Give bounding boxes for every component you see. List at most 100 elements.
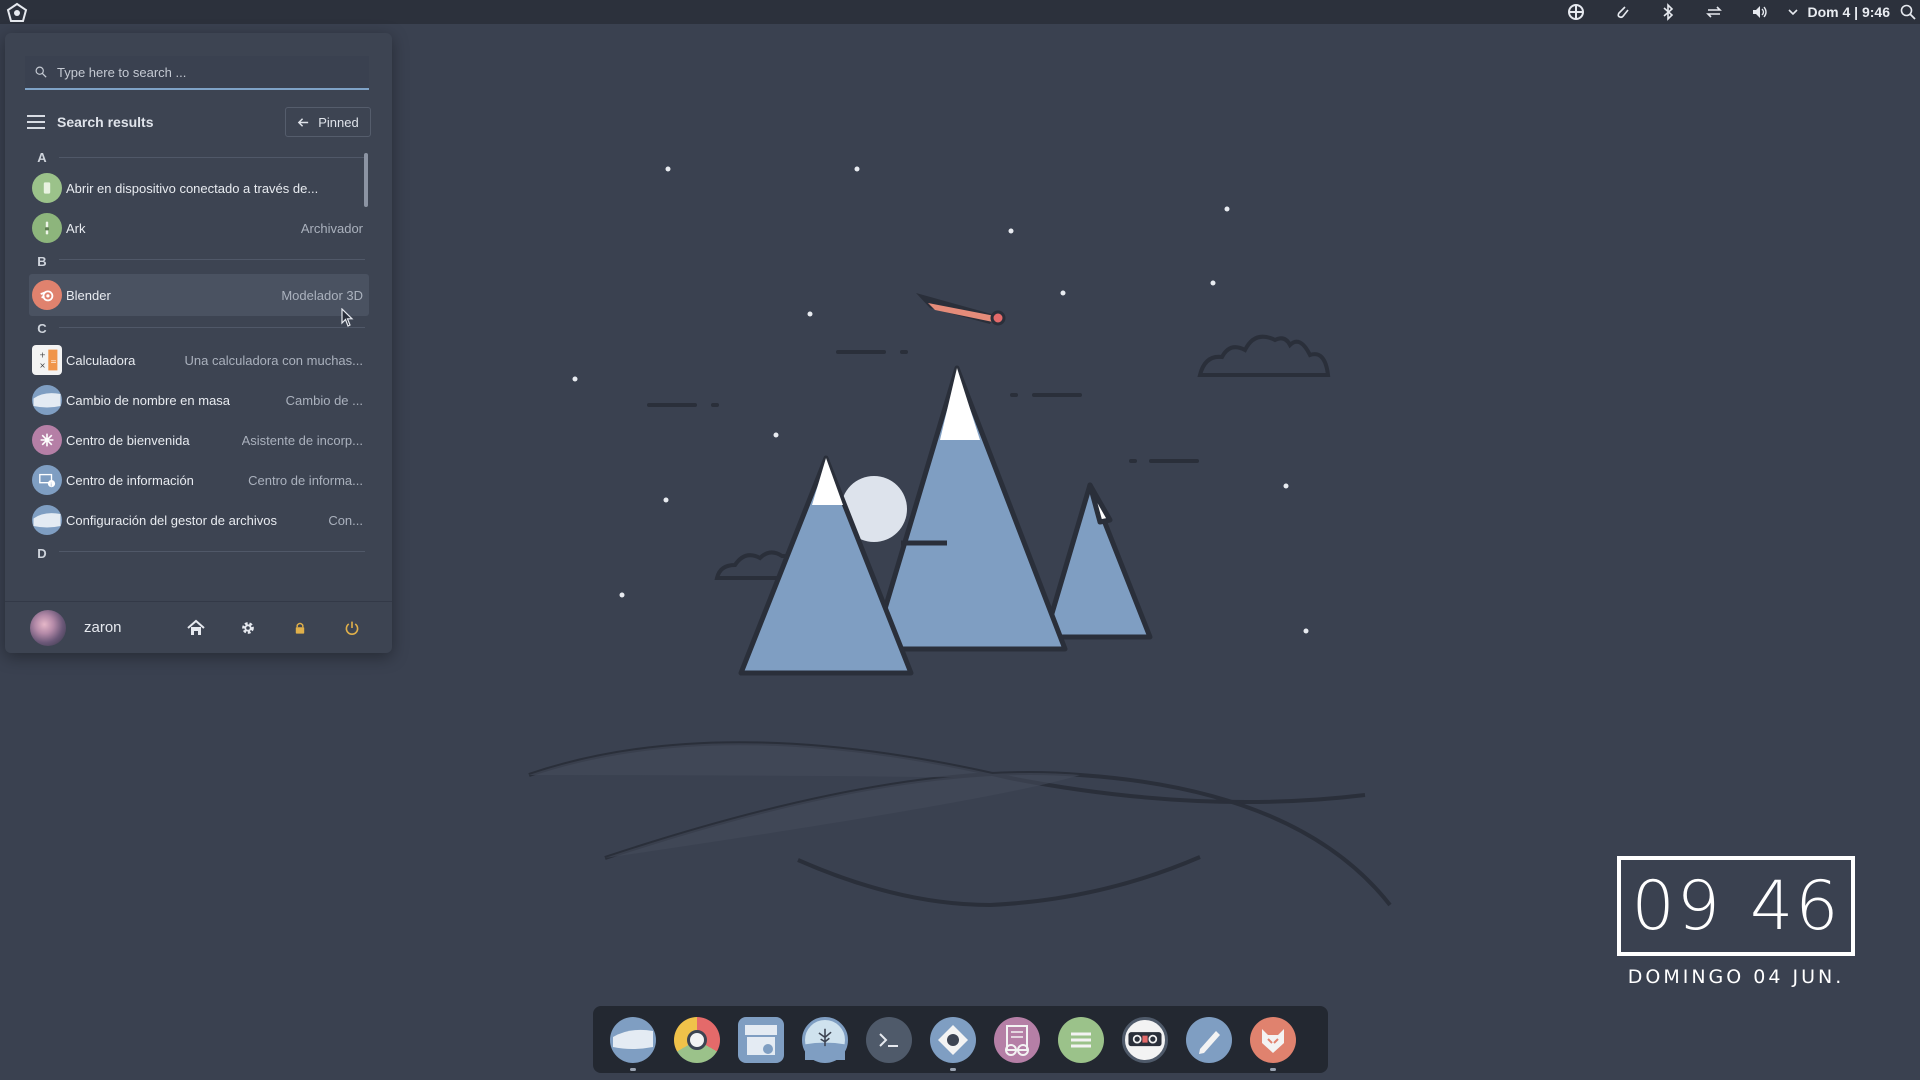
pinned-label: Pinned xyxy=(318,114,359,130)
obs-icon[interactable] xyxy=(1122,1016,1168,1063)
comet xyxy=(916,293,1006,326)
section-header: D xyxy=(29,540,369,566)
mountains xyxy=(738,365,1153,676)
welcome-icon xyxy=(32,425,62,455)
item-name: Blender xyxy=(66,287,111,303)
divider xyxy=(59,327,365,328)
search-icon xyxy=(25,66,57,78)
image-viewer-icon[interactable] xyxy=(802,1016,848,1063)
divider xyxy=(59,551,365,552)
software-center-icon[interactable] xyxy=(738,1016,784,1063)
avatar[interactable] xyxy=(30,609,66,646)
clock-hours: 09 xyxy=(1631,866,1722,946)
list-item[interactable]: Ark Archivador xyxy=(29,208,369,248)
panel-clock[interactable]: Dom 4 | 9:46 xyxy=(1803,4,1896,20)
svg-text:i: i xyxy=(50,482,52,488)
folder-icon xyxy=(32,385,62,415)
section-letter: C xyxy=(37,320,47,336)
results-header: Search results Pinned xyxy=(27,106,371,138)
clock-box: 09 46 xyxy=(1617,856,1855,956)
section-header: A xyxy=(29,146,369,168)
text-viewer-icon[interactable] xyxy=(994,1016,1040,1063)
ark-icon xyxy=(32,213,62,243)
item-name: Abrir en dispositivo conectado a través … xyxy=(66,180,319,196)
item-name: Ark xyxy=(66,220,86,236)
svg-text:+: + xyxy=(39,350,46,359)
divider xyxy=(59,157,365,158)
file-manager-icon[interactable] xyxy=(610,1016,656,1071)
svg-text:×: × xyxy=(39,361,46,370)
list-item[interactable]: + × = Calculadora Una calculadora con much… xyxy=(29,340,369,380)
clock-minutes: 46 xyxy=(1750,866,1841,946)
info-center-icon: i xyxy=(32,465,62,495)
notes-icon[interactable] xyxy=(1058,1016,1104,1063)
firefox-icon[interactable] xyxy=(1250,1016,1296,1071)
top-panel: Dom 4 | 9:46 xyxy=(0,0,1920,24)
item-desc: Centro de informa... xyxy=(248,472,363,488)
list-item[interactable]: Configuración del gestor de archivos Con… xyxy=(29,500,369,540)
cloud-right xyxy=(1197,334,1331,377)
mouse-cursor-icon xyxy=(341,308,354,327)
item-desc: Modelador 3D xyxy=(281,287,363,303)
pinned-button[interactable]: Pinned xyxy=(285,107,371,137)
home-icon[interactable] xyxy=(170,608,222,648)
calculator-icon: + × = xyxy=(32,345,62,375)
item-desc: Con... xyxy=(328,512,363,528)
item-name: Centro de bienvenida xyxy=(66,432,190,448)
search-input[interactable] xyxy=(57,64,369,80)
item-name: Configuración del gestor de archivos xyxy=(66,512,278,528)
editor-icon[interactable] xyxy=(1186,1016,1232,1063)
item-name: Centro de información xyxy=(66,472,194,488)
power-icon[interactable] xyxy=(326,608,378,648)
terminal-icon[interactable] xyxy=(866,1016,912,1063)
application-launcher-menu: Search results Pinned A Abrir en disposi… xyxy=(5,33,392,653)
item-desc: Archivador xyxy=(300,220,363,236)
divider xyxy=(59,259,365,260)
desktop-clock-widget: 09 46 DOMINGO 04 JUN. xyxy=(1617,856,1855,988)
search-field[interactable] xyxy=(25,56,369,90)
dock xyxy=(593,1006,1328,1073)
kdeconnect-app-icon xyxy=(32,173,62,203)
list-item[interactable]: Blender Modelador 3D xyxy=(29,274,369,316)
running-indicator xyxy=(950,1067,956,1071)
network-icon[interactable] xyxy=(1553,0,1599,24)
section-letter: A xyxy=(37,149,47,165)
gear-icon[interactable] xyxy=(222,608,274,648)
chromium-icon[interactable] xyxy=(674,1016,720,1063)
arrow-left-icon xyxy=(298,117,309,127)
item-desc: Cambio de ... xyxy=(285,392,363,408)
system-tray: Dom 4 | 9:46 xyxy=(1553,0,1920,24)
app-list: A Abrir en dispositivo conectado a travé… xyxy=(29,146,369,566)
item-desc: Asistente de incorp... xyxy=(241,432,363,448)
section-header: C xyxy=(29,316,369,340)
item-name: Cambio de nombre en masa xyxy=(66,392,231,408)
sky-dashes xyxy=(647,350,1199,463)
kdeconnect-icon[interactable] xyxy=(1691,0,1737,24)
blender-icon xyxy=(32,280,62,310)
clipboard-icon[interactable] xyxy=(1599,0,1645,24)
volume-icon[interactable] xyxy=(1737,0,1783,24)
lock-icon[interactable] xyxy=(274,608,326,648)
hamburger-menu-icon[interactable] xyxy=(27,115,45,129)
section-letter: D xyxy=(37,545,47,561)
menu-footer: zaron xyxy=(5,601,392,653)
item-desc: Una calculadora con muchas... xyxy=(184,352,363,368)
list-item[interactable]: Abrir en dispositivo conectado a través … xyxy=(29,168,369,208)
username: zaron xyxy=(84,619,122,636)
app-launcher-icon[interactable] xyxy=(6,2,28,24)
settings-app-icon[interactable] xyxy=(930,1016,976,1071)
chevron-down-icon[interactable] xyxy=(1783,6,1803,18)
results-title: Search results xyxy=(57,114,154,130)
bluetooth-icon[interactable] xyxy=(1645,0,1691,24)
folder-icon xyxy=(32,505,62,535)
list-item[interactable]: Centro de bienvenida Asistente de incorp… xyxy=(29,420,369,460)
search-icon[interactable] xyxy=(1896,4,1920,20)
list-scrollbar[interactable] xyxy=(364,153,368,207)
section-header: B xyxy=(29,248,369,274)
clock-date: DOMINGO 04 JUN. xyxy=(1627,966,1845,988)
list-item[interactable]: i Centro de información Centro de inform… xyxy=(29,460,369,500)
list-item[interactable]: Cambio de nombre en masa Cambio de ... xyxy=(29,380,369,420)
running-indicator xyxy=(630,1067,636,1071)
item-name: Calculadora xyxy=(66,352,136,368)
svg-text:=: = xyxy=(50,357,57,366)
